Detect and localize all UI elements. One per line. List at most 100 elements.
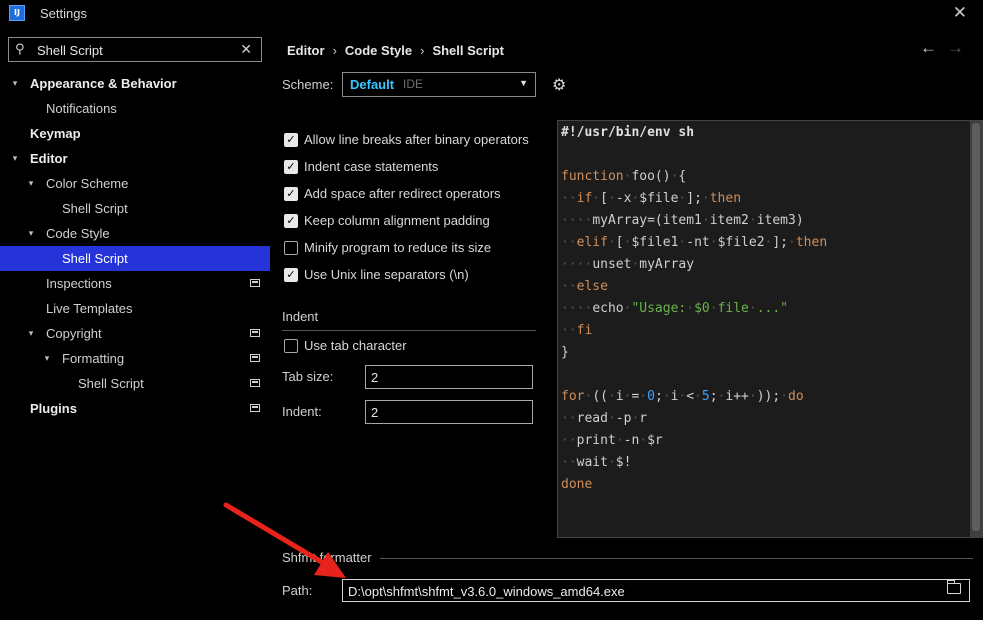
sidebar-item[interactable]: Shell Script [0,371,270,396]
code-line: ··else [561,279,608,294]
title-bar: IJ Settings ✕ [0,0,983,28]
checkbox-checked-icon[interactable]: ✓ [284,133,298,147]
sidebar-item[interactable]: ▾ Appearance & Behavior [0,71,270,96]
indent-section-label: Indent [282,309,319,324]
checkbox-checked-icon[interactable]: ✓ [284,160,298,174]
code-line: ····unset·myArray [561,257,695,272]
search-icon: ⚲ [15,41,25,56]
sidebar-item-label: Formatting [62,351,125,366]
sidebar-item-label: Plugins [30,401,77,416]
gear-icon[interactable]: ⚙ [552,75,566,95]
clear-search-icon[interactable]: ✕ [240,41,252,58]
path-input[interactable] [348,583,938,599]
scheme-dropdown[interactable]: Default IDE ▼ [342,72,536,97]
indent-size-label: Indent: [282,404,322,419]
sidebar-item[interactable]: Shell Script [0,196,270,221]
code-line: ··print·-n·$r [561,433,663,448]
section-divider [282,330,536,331]
project-settings-icon [250,354,260,362]
sidebar-item-label: Live Templates [46,301,133,316]
section-divider [380,558,973,559]
checkbox-checked-icon[interactable]: ✓ [284,214,298,228]
code-preview[interactable]: #!/usr/bin/env sh function·foo()·{··if·[·… [557,120,983,538]
code-line: ··read·-p·r [561,411,648,426]
sidebar-item-label: Notifications [46,101,117,116]
formatter-section-label: Shfmt formatter [282,550,372,565]
option-label: Allow line breaks after binary operators [304,132,529,147]
project-settings-icon [250,379,260,387]
close-icon[interactable]: ✕ [953,3,967,23]
forward-arrow-icon[interactable]: → [947,38,964,58]
code-line: ····myArray=(item1·item2·item3) [561,213,804,228]
back-arrow-icon[interactable]: ← [920,38,937,58]
sidebar-item[interactable]: ▾ Editor [0,146,270,171]
sidebar-item-label: Color Scheme [46,176,129,191]
sidebar-item[interactable]: Inspections [0,271,270,296]
sidebar-item[interactable]: Shell Script [0,246,270,271]
scheme-value: Default [350,77,395,92]
sidebar-item[interactable]: ▾ Color Scheme [0,171,270,196]
breadcrumb-item: Shell Script [432,43,504,58]
option-label: Use tab character [304,338,407,353]
option-label: Minify program to reduce its size [304,240,492,255]
breadcrumb: Editor › Code Style › Shell Script [287,43,504,58]
chevron-down-icon[interactable]: ▾ [24,221,38,246]
checkbox-checked-icon[interactable]: ✓ [284,187,298,201]
chevron-down-icon[interactable]: ▾ [8,146,22,171]
scheme-label: Scheme: [282,77,334,92]
option-label: Add space after redirect operators [304,186,501,201]
scrollbar-thumb[interactable] [972,123,980,531]
code-line: ··elif·[·$file1·-nt·$file2·];·then [561,235,828,250]
chevron-down-icon[interactable]: ▾ [24,171,38,196]
code-line: ··wait·$! [561,455,632,470]
sidebar-item-label: Shell Script [62,201,128,216]
settings-search-box[interactable]: ⚲ ✕ [8,37,262,62]
checkbox-box[interactable] [284,339,298,353]
sidebar-item[interactable]: Keymap [0,121,270,146]
sidebar-item-label: Code Style [46,226,110,241]
sidebar-item-label: Copyright [46,326,102,341]
project-settings-icon [250,279,260,287]
sidebar-item[interactable]: ▾ Copyright [0,321,270,346]
chevron-down-icon[interactable]: ▾ [8,71,22,96]
breadcrumb-separator-icon: › [332,43,337,58]
breadcrumb-item[interactable]: Editor [287,43,325,58]
sidebar-item-label: Appearance & Behavior [30,76,177,91]
checkbox-box[interactable] [284,241,298,255]
sidebar-item[interactable]: Live Templates [0,296,270,321]
sidebar-item-label: Inspections [46,276,112,291]
sidebar-item-label: Shell Script [62,251,128,266]
project-settings-icon [250,404,260,412]
sidebar-item-label: Keymap [30,126,81,141]
folder-open-icon[interactable] [947,580,961,594]
search-input[interactable] [37,42,237,58]
checkbox-checked-icon[interactable]: ✓ [284,268,298,282]
code-line: ··fi [561,323,593,338]
app-logo-icon: IJ [9,5,25,21]
scheme-scope: IDE [403,77,424,91]
chevron-down-icon: ▼ [519,78,528,88]
path-field[interactable] [342,579,970,602]
sidebar-item[interactable]: ▾ Code Style [0,221,270,246]
tab-size-label: Tab size: [282,369,334,384]
window-title: Settings [40,6,87,21]
breadcrumb-separator-icon: › [420,43,425,58]
breadcrumb-item[interactable]: Code Style [345,43,412,58]
indent-size-field[interactable] [365,400,533,424]
project-settings-icon [250,329,260,337]
vertical-scrollbar[interactable] [970,121,982,537]
code-line: ··if·[·-x·$file·];·then [561,191,742,206]
chevron-down-icon[interactable]: ▾ [24,321,38,346]
code-line: done [561,477,593,492]
sidebar-item[interactable]: ▾ Formatting [0,346,270,371]
code-line: #!/usr/bin/env sh [561,125,695,140]
sidebar-item[interactable]: Plugins [0,396,270,421]
path-label: Path: [282,583,313,598]
code-line: for·((·i·=·0;·i·<·5;·i++·));·do [561,389,804,404]
code-line: } [561,345,569,360]
chevron-down-icon[interactable]: ▾ [40,346,54,371]
sidebar-item-label: Shell Script [78,376,144,391]
tab-size-field[interactable] [365,365,533,389]
code-line: ····echo·"Usage:·$0·file·..." [561,301,789,316]
sidebar-item[interactable]: Notifications [0,96,270,121]
